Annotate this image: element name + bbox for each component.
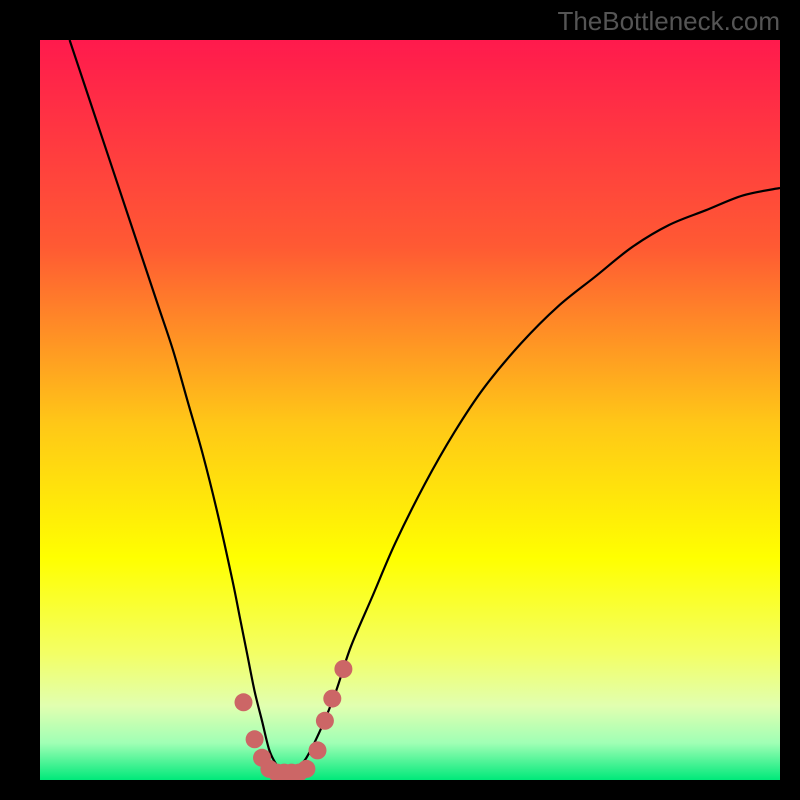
marker-dot [235, 693, 253, 711]
chart-svg [40, 40, 780, 780]
marker-dot [316, 712, 334, 730]
gradient-background [40, 40, 780, 780]
watermark-text: TheBottleneck.com [557, 6, 780, 37]
chart-frame: TheBottleneck.com [0, 0, 800, 800]
marker-dot [297, 760, 315, 778]
marker-dot [309, 741, 327, 759]
marker-dot [334, 660, 352, 678]
marker-dot [246, 730, 264, 748]
plot-area [40, 40, 780, 780]
marker-dot [323, 690, 341, 708]
